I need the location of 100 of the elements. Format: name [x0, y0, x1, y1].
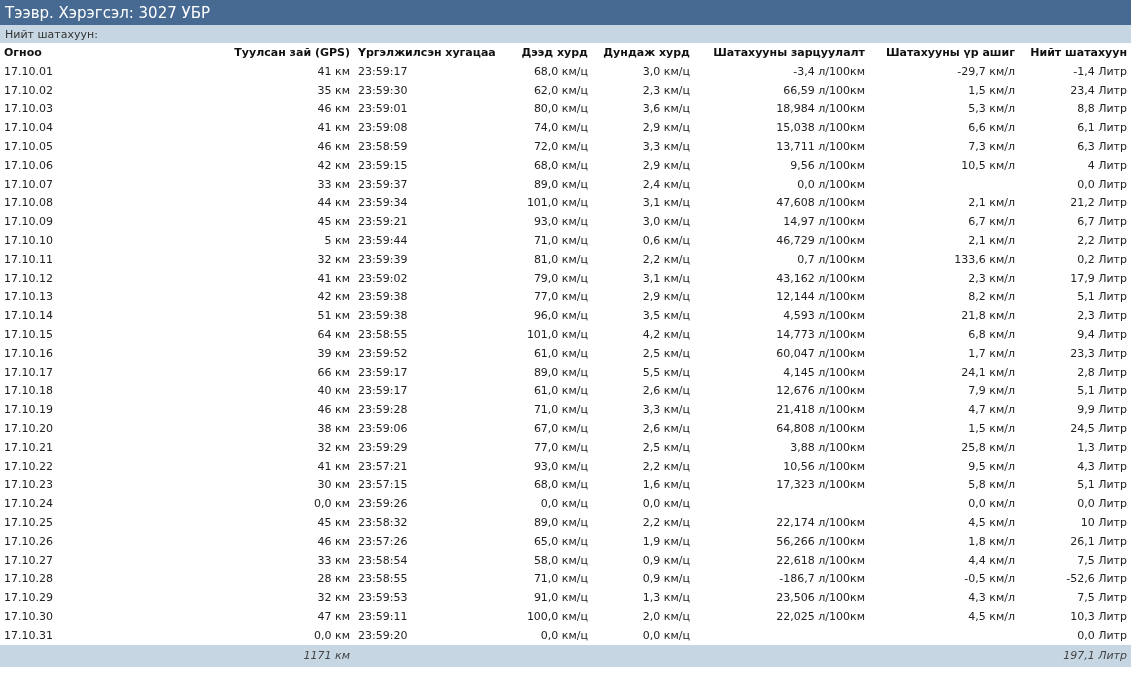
table-cell: 23:59:28 [358, 403, 408, 417]
table-cell: 5,3 км/л [968, 102, 1015, 116]
table-cell: 8,2 км/л [968, 290, 1015, 304]
table-cell: -1,4 Литр [1073, 64, 1127, 78]
column-header: Үргэлжилсэн хугацаа [358, 46, 496, 59]
table-cell: 40 км [317, 384, 350, 398]
table-cell: 17.10.17 [4, 365, 53, 379]
table-cell: 17.10.13 [4, 290, 53, 304]
table-cell: 6,6 км/л [968, 121, 1015, 135]
table-cell: 1,5 км/л [968, 83, 1015, 97]
table-cell: 4,593 л/100км [783, 309, 865, 323]
table-cell: 17.10.31 [4, 628, 53, 642]
table-cell: 23,3 Литр [1070, 346, 1127, 360]
table-cell: 23:57:15 [358, 478, 408, 492]
table-cell: 5,8 км/л [968, 478, 1015, 492]
table-cell: 0,0 Литр [1077, 497, 1127, 511]
table-cell: 17.10.02 [4, 83, 53, 97]
table-cell: 81,0 км/ц [533, 252, 588, 266]
table-cell: 28 км [317, 572, 350, 586]
table-cell: 2,9 км/ц [642, 158, 690, 172]
table-cell: 17.10.24 [4, 497, 53, 511]
table-cell: 4,5 км/л [968, 516, 1015, 529]
total-cell: 197,1 Литр [1063, 649, 1127, 663]
table-cell: 23:58:55 [358, 328, 408, 342]
table-cell: 89,0 км/ц [533, 177, 588, 191]
table-cell: 23,4 Литр [1070, 83, 1127, 97]
table-cell: 0,0 км/ц [540, 628, 588, 642]
table-cell: 0,0 км/л [968, 497, 1015, 511]
table-cell: 2,9 км/ц [642, 290, 690, 304]
table-cell: 46,729 л/100км [776, 234, 865, 248]
table-cell: 2,3 Литр [1077, 309, 1127, 323]
table-cell: 5,1 Литр [1077, 290, 1127, 304]
table-cell: 17.10.03 [4, 102, 53, 116]
table-cell: 14,773 л/100км [776, 328, 865, 342]
table-cell: 2,9 км/ц [642, 121, 690, 135]
table-cell: 23:59:17 [358, 64, 408, 78]
table-cell: 23:59:38 [358, 290, 408, 304]
table-cell: 10,5 км/л [961, 158, 1015, 172]
column-header: Огноо [4, 46, 42, 59]
table-cell: 66,59 л/100км [783, 83, 865, 97]
table-cell: 0,0 км/ц [540, 497, 588, 511]
table-cell: 23:59:08 [358, 121, 408, 135]
table-cell: 4,3 Литр [1077, 459, 1127, 473]
table-cell: 17.10.08 [4, 196, 53, 210]
table-cell: 4 Литр [1087, 158, 1127, 172]
table-cell: 2,6 км/ц [642, 384, 690, 398]
table-cell: 17.10.16 [4, 346, 53, 360]
table-cell: 6,3 Литр [1077, 140, 1127, 154]
table-cell: 17.10.01 [4, 64, 53, 78]
table-cell: 38 км [317, 422, 350, 436]
table-cell: 32 км [317, 440, 350, 454]
table-cell: 2,5 км/ц [642, 440, 690, 454]
table-cell: 23:58:59 [358, 140, 408, 154]
table-cell: 74,0 км/ц [533, 121, 588, 135]
table-cell: 45 км [317, 215, 350, 229]
table-cell: 60,047 л/100км [776, 346, 865, 360]
table-cell: 17.10.25 [4, 516, 53, 529]
table-cell: 64 км [317, 328, 350, 342]
table-cell: 17.10.06 [4, 158, 53, 172]
table-cell: 17.10.21 [4, 440, 53, 454]
table-cell: 4,4 км/л [968, 553, 1015, 567]
column-header: Туулсан зай (GPS) [234, 46, 350, 59]
column-header: Нийт шатахуун [1030, 46, 1127, 59]
table-cell: 33 км [317, 177, 350, 191]
table-cell: 17.10.26 [4, 534, 53, 548]
table-cell: 21,2 Литр [1070, 196, 1127, 210]
table-cell: 0,6 км/ц [642, 234, 690, 248]
total-cell: 1171 км [303, 649, 350, 663]
table-cell: 23:58:32 [358, 516, 408, 529]
table-cell: 3,6 км/ц [642, 102, 690, 116]
table-cell: 23:59:39 [358, 252, 408, 266]
table-cell: 46 км [317, 534, 350, 548]
table-cell: 77,0 км/ц [533, 440, 588, 454]
table-cell: 72,0 км/ц [533, 140, 588, 154]
table-cell: 23:59:01 [358, 102, 408, 116]
table-cell: 68,0 км/ц [533, 478, 588, 492]
table-cell: 1,8 км/л [968, 534, 1015, 548]
summary-label: Нийт шатахуун: [5, 27, 98, 41]
table-cell: 17.10.09 [4, 215, 53, 229]
table-cell: 58,0 км/ц [533, 553, 588, 567]
table-cell: 1,7 км/л [968, 346, 1015, 360]
table-cell: 12,676 л/100км [776, 384, 865, 398]
table-cell: 42 км [317, 158, 350, 172]
table-cell: 17.10.19 [4, 403, 53, 417]
table-cell: 23:59:38 [358, 309, 408, 323]
table-cell: 51 км [317, 309, 350, 323]
table-cell: 7,9 км/л [968, 384, 1015, 398]
table-cell: 0,0 км/ц [642, 497, 690, 511]
table-cell: 17.10.22 [4, 459, 53, 473]
column-header: Дундаж хурд [603, 46, 690, 59]
table-cell: 5 км [324, 234, 350, 248]
table-cell: 10,3 Литр [1070, 610, 1127, 623]
table-cell: 23:58:54 [358, 553, 408, 567]
table-cell: 4,145 л/100км [783, 365, 865, 379]
table-cell: 46 км [317, 403, 350, 417]
table-cell: 71,0 км/ц [533, 572, 588, 586]
table-cell: 93,0 км/ц [533, 215, 588, 229]
table-cell: 23:59:06 [358, 422, 408, 436]
table-cell: 9,5 км/л [968, 459, 1015, 473]
table-cell: 21,418 л/100км [776, 403, 865, 417]
